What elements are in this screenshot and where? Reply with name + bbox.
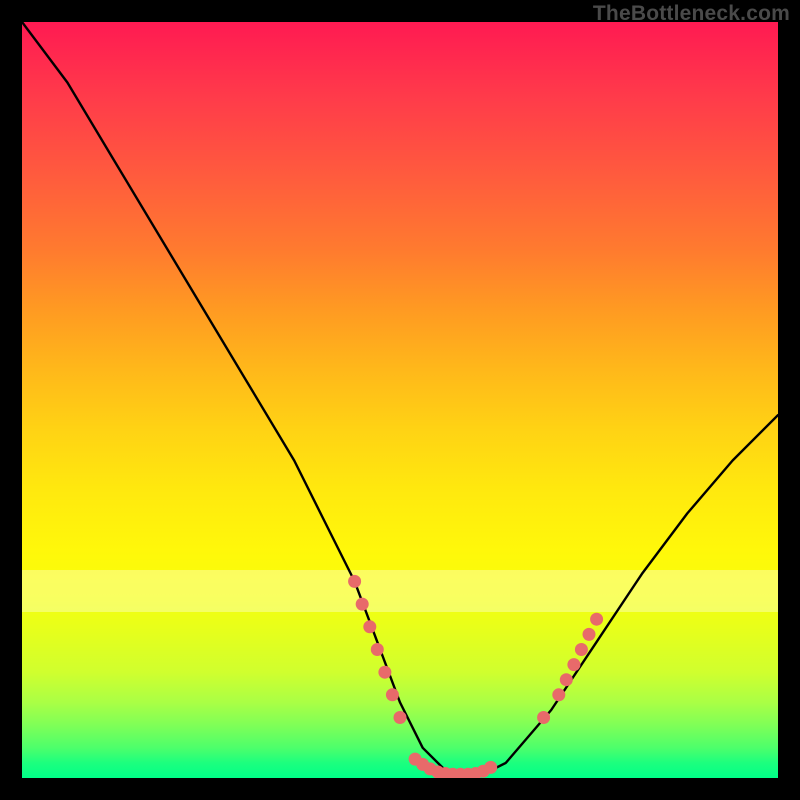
marker-point <box>590 613 603 626</box>
chart-frame: TheBottleneck.com <box>0 0 800 800</box>
marker-point <box>356 598 369 611</box>
marker-layer <box>348 575 603 778</box>
plot-area <box>22 22 778 778</box>
marker-point <box>552 688 565 701</box>
marker-point <box>378 666 391 679</box>
marker-point <box>560 673 573 686</box>
marker-point <box>583 628 596 641</box>
marker-point <box>386 688 399 701</box>
chart-svg <box>22 22 778 778</box>
marker-point <box>348 575 361 588</box>
marker-point <box>371 643 384 656</box>
watermark-text: TheBottleneck.com <box>593 2 790 26</box>
marker-point <box>537 711 550 724</box>
marker-point <box>484 761 497 774</box>
marker-point <box>394 711 407 724</box>
marker-point <box>575 643 588 656</box>
series-bottleneck-curve <box>22 22 778 778</box>
marker-point <box>567 658 580 671</box>
curve-layer <box>22 22 778 778</box>
marker-point <box>363 620 376 633</box>
